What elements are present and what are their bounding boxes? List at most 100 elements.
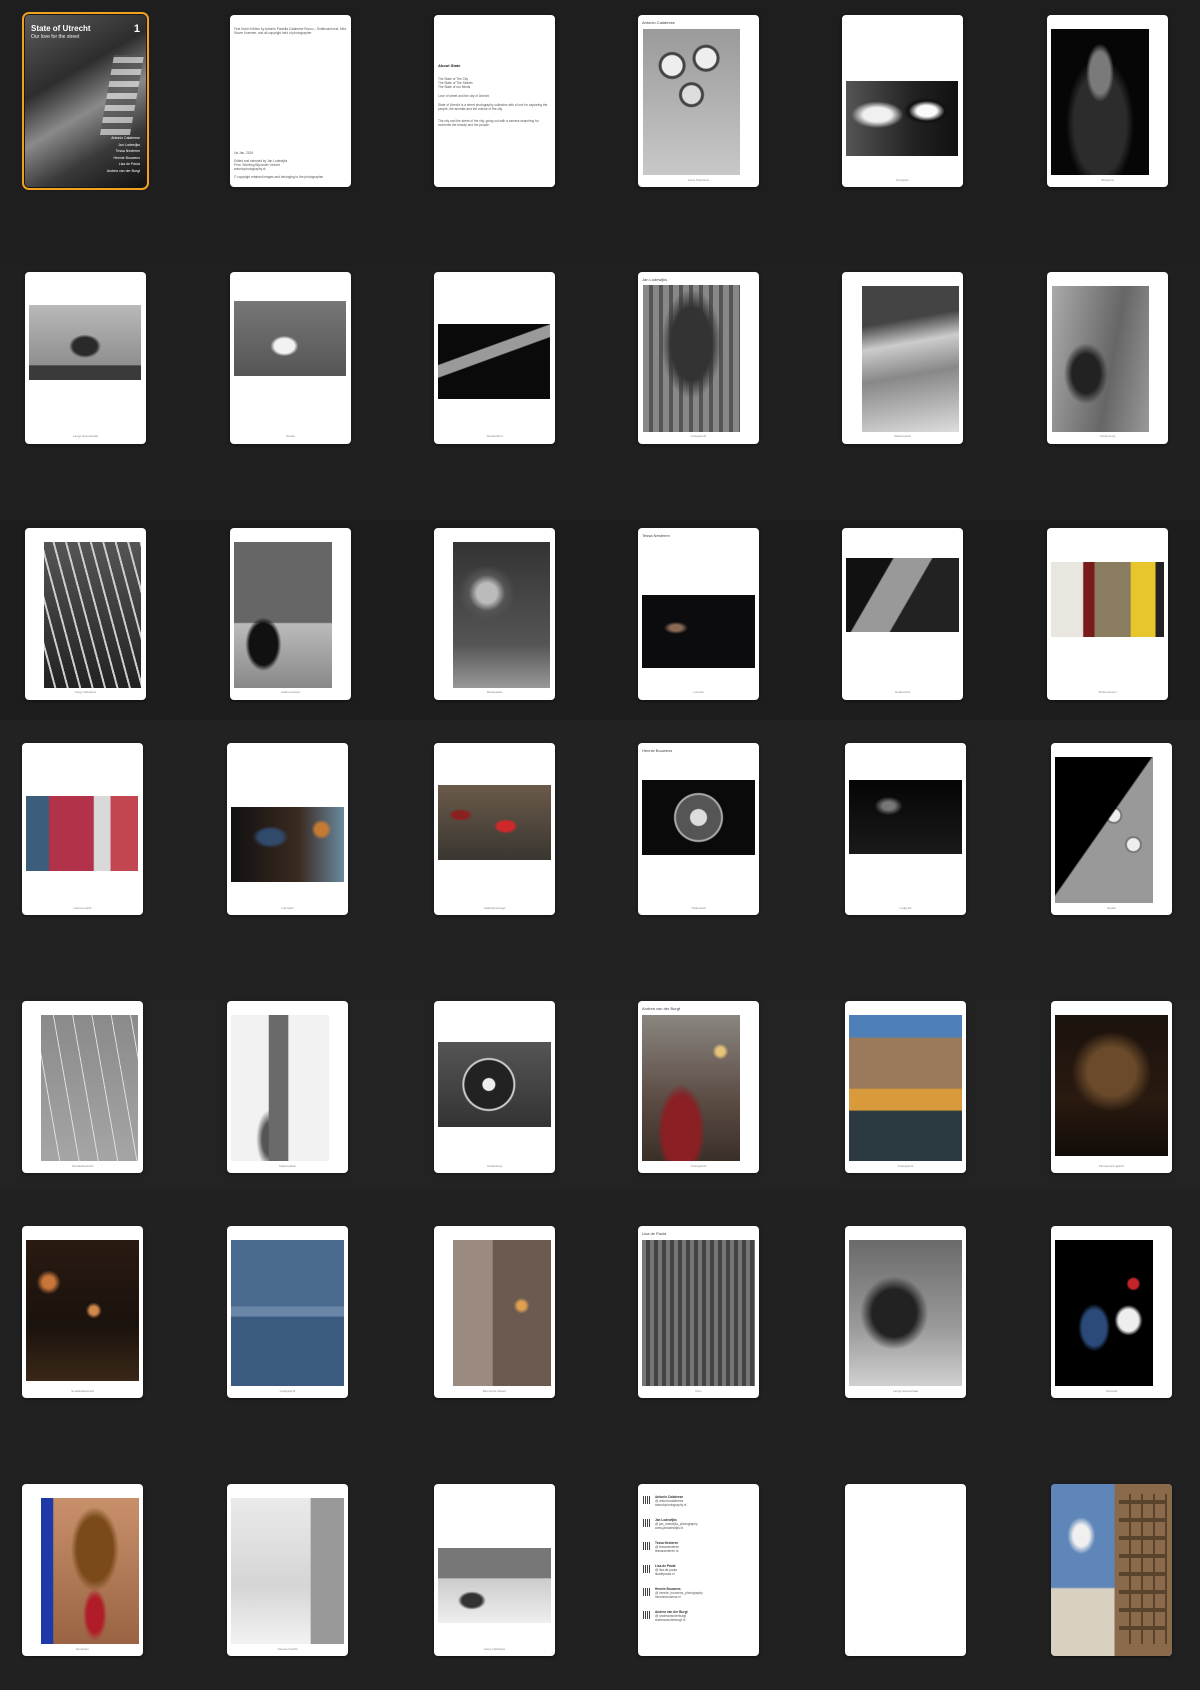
- page-photo: [846, 81, 958, 156]
- page-caption: Wittevrouwen: [1098, 690, 1117, 694]
- page-thumbnail-about[interactable]: About State The State of The City The St…: [434, 15, 555, 187]
- page-thumbnail[interactable]: Stationsplein: [227, 1001, 348, 1173]
- page-photo: [862, 286, 959, 432]
- page-thumbnail[interactable]: Oudkerkhof: [842, 528, 963, 700]
- page-thumbnail-contacts[interactable]: Antonio Calabrese @ antoniocalabrese ant…: [638, 1484, 759, 1656]
- page-photo: [1055, 1015, 1168, 1156]
- page-thumbnail[interactable]: Lange Nieuwstraat: [25, 272, 146, 444]
- page-thumbnail[interactable]: Neude: [230, 272, 351, 444]
- page-caption: Bemuurde Weerd: [482, 1389, 507, 1393]
- page-photo: [438, 324, 550, 399]
- page-photo: [1052, 286, 1149, 432]
- page-caption: Hoog Catharijne: [483, 1647, 506, 1651]
- section-heading: Lisa de Paula: [642, 1231, 667, 1236]
- page-caption: Vredenburg: [1099, 434, 1116, 438]
- page-caption: Mariaplaats: [486, 690, 503, 694]
- page-photo: [41, 1015, 138, 1161]
- page-thumbnail[interactable]: Bergsma: [1047, 15, 1168, 187]
- contact-web: antoniophotography.nl: [655, 1503, 687, 1507]
- imprint-copyright: © copyright retained images and belongin…: [234, 175, 324, 179]
- page-thumbnail[interactable]: Ganzenmarkt: [22, 743, 143, 915]
- page-thumbnail-blank[interactable]: [845, 1484, 966, 1656]
- page-caption: Stationsplein: [893, 434, 912, 438]
- page-thumbnail[interactable]: Vredenburg: [434, 1001, 555, 1173]
- page-thumbnail[interactable]: Lijnmarkt: [227, 743, 348, 915]
- page-thumbnail[interactable]: Antonio Calabrese Anna Paulowna: [638, 15, 759, 187]
- page-caption: Dom: [695, 1389, 702, 1393]
- page-thumbnail[interactable]: Ledig Erf: [845, 743, 966, 915]
- page-thumbnail[interactable]: Nieuwe Gracht: [227, 1484, 348, 1656]
- page-caption: Twijnstraat: [691, 906, 706, 910]
- about-line: The city and the street of the city, goi…: [438, 119, 539, 128]
- page-thumbnail[interactable]: Lisa de Paula Dom: [638, 1226, 759, 1398]
- page-caption: Oudkerkhof: [894, 690, 911, 694]
- page-thumbnail-imprint[interactable]: First Dutch Edition by Antonio Paolella …: [230, 15, 351, 187]
- imprint-intro: First Dutch Edition by Antonio Paolella …: [234, 27, 347, 36]
- cover-names: Antonio Calabrese Jan Lodewijks Tessa Ne…: [107, 135, 140, 174]
- page-photo: [849, 1240, 962, 1386]
- page-caption: Ganzenmarkt: [73, 906, 92, 910]
- page-thumbnail[interactable]: Hoog Catharijne: [434, 1484, 555, 1656]
- page-caption: Smakkelaarsveld: [71, 1389, 94, 1393]
- page-thumbnail-back-cover[interactable]: [1051, 1484, 1172, 1656]
- imprint-date: 1st Jan, 2024: [234, 151, 254, 155]
- section-heading: Tessa Nesteren: [642, 533, 670, 538]
- page-thumbnail[interactable]: Smakkelaarsveld: [22, 1226, 143, 1398]
- page-caption: Bergsma: [1101, 178, 1114, 182]
- page-photo: [44, 542, 141, 688]
- page-thumbnail[interactable]: Lange Nieuwstraat: [845, 1226, 966, 1398]
- page-thumbnail[interactable]: Hoog Catharijne: [25, 528, 146, 700]
- page-thumbnail[interactable]: Neude: [1051, 743, 1172, 915]
- page-caption: Plompetorengracht: [1098, 1164, 1125, 1168]
- page-thumbnail[interactable]: Domplein: [22, 1484, 143, 1656]
- page-photo: [453, 542, 550, 688]
- about-line: The State of our Minds: [438, 85, 471, 89]
- page-thumbnail[interactable]: Catharijnesingel: [434, 743, 555, 915]
- page-caption: Janskerkhof: [486, 434, 503, 438]
- page-photo: [1055, 1240, 1153, 1386]
- page-photo: [849, 1015, 962, 1161]
- page-thumbnail-cover[interactable]: State of Utrecht Our love for the street…: [22, 12, 149, 190]
- cover-name: Andrea van der Burgt: [106, 168, 140, 173]
- section-heading: Antonio Calabrese: [642, 20, 675, 25]
- page-thumbnail[interactable]: Jaarbeursplein: [230, 528, 351, 700]
- page-caption: Anna Paulowna: [687, 178, 710, 182]
- page-photo: [642, 780, 755, 855]
- page-thumbnail[interactable]: Janskerkhof: [434, 272, 555, 444]
- page-caption: Lange Nieuwstraat: [892, 1389, 918, 1393]
- page-caption: Hoog Catharijne: [74, 690, 97, 694]
- about-heading: About State: [438, 63, 461, 68]
- page-thumbnail[interactable]: Jan Lodewijks Oudegracht: [638, 272, 759, 444]
- qr-code-icon: [643, 1588, 651, 1596]
- page-caption: Nicolaaskerkhof: [71, 1164, 94, 1168]
- page-thumbnail[interactable]: Bemuurde Weerd: [434, 1226, 555, 1398]
- page-caption: Lombok: [693, 690, 704, 694]
- page-thumbnail[interactable]: Oudegracht: [227, 1226, 348, 1398]
- page-thumbnail[interactable]: Domplein: [842, 15, 963, 187]
- page-thumbnail[interactable]: Wittevrouwen: [1047, 528, 1168, 700]
- qr-code-icon: [643, 1519, 651, 1527]
- page-thumbnail[interactable]: Tessa Nesteren Lombok: [638, 528, 759, 700]
- page-thumbnail[interactable]: Vredenburg: [1047, 272, 1168, 444]
- qr-code-icon: [643, 1542, 651, 1550]
- page-caption: Oudegracht: [897, 1164, 914, 1168]
- page-thumbnail[interactable]: Nicolaaskerkhof: [22, 1001, 143, 1173]
- page-thumbnail[interactable]: Mariaplaats: [434, 528, 555, 700]
- page-caption: Jaarbeursplein: [280, 690, 301, 694]
- page-caption: Oudegracht: [690, 434, 707, 438]
- page-caption: Catharijnesingel: [483, 906, 506, 910]
- page-thumbnail[interactable]: Vismarkt: [1051, 1226, 1172, 1398]
- contact-web: henniebouwens.nl: [655, 1595, 681, 1599]
- cover-subtitle: Our love for the street: [31, 34, 80, 40]
- page-grid: State of Utrecht Our love for the street…: [0, 0, 1200, 1690]
- section-heading: Andrea van der Burgt: [642, 1006, 681, 1011]
- page-thumbnail[interactable]: Stationsplein: [842, 272, 963, 444]
- page-thumbnail[interactable]: Plompetorengracht: [1051, 1001, 1172, 1173]
- qr-code-icon: [643, 1565, 651, 1573]
- page-photo: [438, 1548, 551, 1623]
- page-thumbnail[interactable]: Oudegracht: [845, 1001, 966, 1173]
- page-thumbnail[interactable]: Hennie Bouwens Twijnstraat: [638, 743, 759, 915]
- qr-code-icon: [643, 1496, 651, 1504]
- page-thumbnail[interactable]: Andrea van der Burgt Oudegracht: [638, 1001, 759, 1173]
- page-photo: [438, 1042, 551, 1127]
